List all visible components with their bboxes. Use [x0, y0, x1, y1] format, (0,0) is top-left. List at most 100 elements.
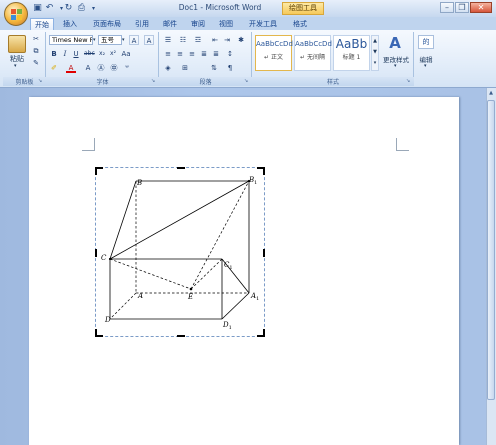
- copy-icon[interactable]: ⧉: [31, 46, 41, 56]
- font-name-combo[interactable]: Times New R: [49, 35, 93, 45]
- align-center-icon[interactable]: ≡: [175, 49, 185, 59]
- change-styles-dropdown-icon[interactable]: ▾: [394, 63, 397, 69]
- increase-indent-icon[interactable]: ⇥: [222, 35, 232, 45]
- font-size-dropdown-icon[interactable]: ▾: [122, 35, 127, 45]
- close-button[interactable]: ✕: [470, 2, 492, 13]
- tab-page-layout[interactable]: 页面布局: [88, 18, 126, 30]
- redo-icon[interactable]: ↻: [63, 3, 74, 14]
- label-A: A: [138, 292, 144, 300]
- borders-icon[interactable]: ⊞: [180, 63, 190, 73]
- show-hide-marks-icon[interactable]: ¶: [225, 63, 235, 73]
- label-C1: C1: [224, 261, 233, 271]
- multilevel-list-icon[interactable]: ☲: [193, 35, 203, 45]
- clipboard-launcher-icon[interactable]: ↘: [38, 78, 44, 84]
- restore-button[interactable]: ❐: [455, 2, 469, 13]
- numbering-icon[interactable]: ☷: [178, 35, 188, 45]
- margin-mark-top-right: [396, 138, 409, 151]
- clear-formatting-icon[interactable]: A: [144, 35, 154, 45]
- italic-icon[interactable]: I: [60, 49, 70, 59]
- font-color-icon[interactable]: A: [66, 63, 76, 73]
- point-C: [108, 257, 112, 261]
- bold-icon[interactable]: B: [49, 49, 59, 59]
- tab-insert[interactable]: 插入: [58, 18, 82, 30]
- style-normal[interactable]: AaBbCcDd ↵ 正文: [255, 35, 293, 71]
- editing-dropdown-icon[interactable]: ▾: [424, 63, 427, 69]
- line-spacing-icon[interactable]: ↕: [225, 49, 235, 59]
- bullets-icon[interactable]: ☰: [163, 35, 173, 45]
- paragraph-launcher-icon[interactable]: ↘: [244, 78, 250, 84]
- tab-view[interactable]: 视图: [214, 18, 238, 30]
- save-icon[interactable]: ▣: [32, 3, 43, 14]
- edge-A-D-hidden: [109, 292, 137, 320]
- label-C1-sub: 1: [229, 265, 233, 271]
- label-D1-sub: 1: [228, 325, 232, 331]
- styles-launcher-icon[interactable]: ↘: [406, 78, 412, 84]
- selected-figure[interactable]: B B1 C C1 A A1 E D D1: [95, 167, 265, 337]
- tab-review[interactable]: 审阅: [186, 18, 210, 30]
- superscript-icon[interactable]: x²: [108, 49, 118, 59]
- minimize-button[interactable]: –: [440, 2, 454, 13]
- tab-home[interactable]: 开始: [30, 18, 54, 30]
- font-size-combo[interactable]: 五号: [98, 35, 122, 45]
- underline-icon[interactable]: U: [71, 49, 81, 59]
- scrollbar-thumb[interactable]: [487, 100, 495, 400]
- find-icon[interactable]: 的: [418, 35, 434, 49]
- styles-scroll[interactable]: ▲ ▼ ▾: [371, 35, 379, 71]
- contextual-tab-drawing-tools: 绘图工具: [282, 2, 324, 15]
- label-B1-sub: 1: [254, 180, 258, 186]
- edge-D1-A1: [221, 292, 250, 320]
- style-no-spacing-name: ↵ 无间隔: [300, 54, 325, 61]
- label-B1: B1: [249, 176, 257, 186]
- label-D1: D1: [223, 321, 232, 331]
- label-D: D: [105, 316, 111, 324]
- office-button[interactable]: [4, 2, 28, 26]
- edge-C-E-hidden: [109, 258, 192, 290]
- decrease-indent-icon[interactable]: ⇤: [210, 35, 220, 45]
- margin-mark-top-left: [82, 138, 95, 151]
- cut-icon[interactable]: ✂: [31, 34, 41, 44]
- change-case-icon[interactable]: Aa: [121, 49, 131, 59]
- paste-button-label[interactable]: 粘贴: [5, 54, 29, 64]
- character-border-icon[interactable]: Ⓐ: [96, 63, 106, 73]
- phonetic-guide-icon[interactable]: ʷ: [122, 63, 132, 73]
- align-left-icon[interactable]: ≡: [163, 49, 173, 59]
- customize-qat-icon[interactable]: ▾: [88, 3, 99, 14]
- distributed-icon[interactable]: ≣: [211, 49, 221, 59]
- undo-icon[interactable]: ↶: [44, 3, 55, 14]
- geometry-diagram: [108, 179, 251, 320]
- paste-dropdown-icon[interactable]: ▾: [14, 63, 17, 69]
- print-icon[interactable]: ⎙: [76, 3, 87, 14]
- style-normal-sample: AaBbCcDd: [256, 40, 293, 48]
- paste-icon[interactable]: [8, 35, 26, 53]
- label-E: E: [188, 293, 194, 301]
- label-A1-sub: 1: [256, 296, 260, 302]
- label-A1: A1: [251, 292, 259, 302]
- strikethrough-icon[interactable]: abc: [84, 49, 95, 59]
- tab-mailings[interactable]: 邮件: [158, 18, 182, 30]
- style-no-spacing-sample: AaBbCcDd: [295, 40, 332, 48]
- tab-references[interactable]: 引用: [130, 18, 154, 30]
- justify-icon[interactable]: ≣: [199, 49, 209, 59]
- tab-format[interactable]: 格式: [288, 18, 312, 30]
- text-highlight-icon[interactable]: ✐: [49, 63, 59, 73]
- label-B: B: [137, 179, 143, 187]
- style-heading-1[interactable]: AaBb 标题 1: [333, 35, 370, 71]
- grow-font-icon[interactable]: A: [129, 35, 139, 45]
- shading-icon[interactable]: ◈: [163, 63, 173, 73]
- change-styles-icon[interactable]: A: [386, 34, 404, 52]
- sort-icon[interactable]: ⇅: [209, 63, 219, 73]
- format-painter-icon[interactable]: ✎: [31, 58, 41, 68]
- subscript-icon[interactable]: x₂: [97, 49, 107, 59]
- enclose-characters-icon[interactable]: ㊥: [109, 63, 119, 73]
- character-shading-icon[interactable]: A: [83, 63, 93, 73]
- font-launcher-icon[interactable]: ↘: [151, 78, 157, 84]
- edge-E-C1-hidden: [190, 258, 223, 290]
- style-no-spacing[interactable]: AaBbCcDd ↵ 无间隔: [294, 35, 332, 71]
- scroll-up-icon[interactable]: ▲: [487, 89, 495, 97]
- edge-B-C: [109, 180, 137, 260]
- tab-developer[interactable]: 开发工具: [244, 18, 282, 30]
- style-normal-name: ↵ 正文: [264, 54, 283, 61]
- chinese-layout-icon[interactable]: ✱: [236, 35, 246, 45]
- align-right-icon[interactable]: ≡: [187, 49, 197, 59]
- label-C: C: [101, 254, 107, 262]
